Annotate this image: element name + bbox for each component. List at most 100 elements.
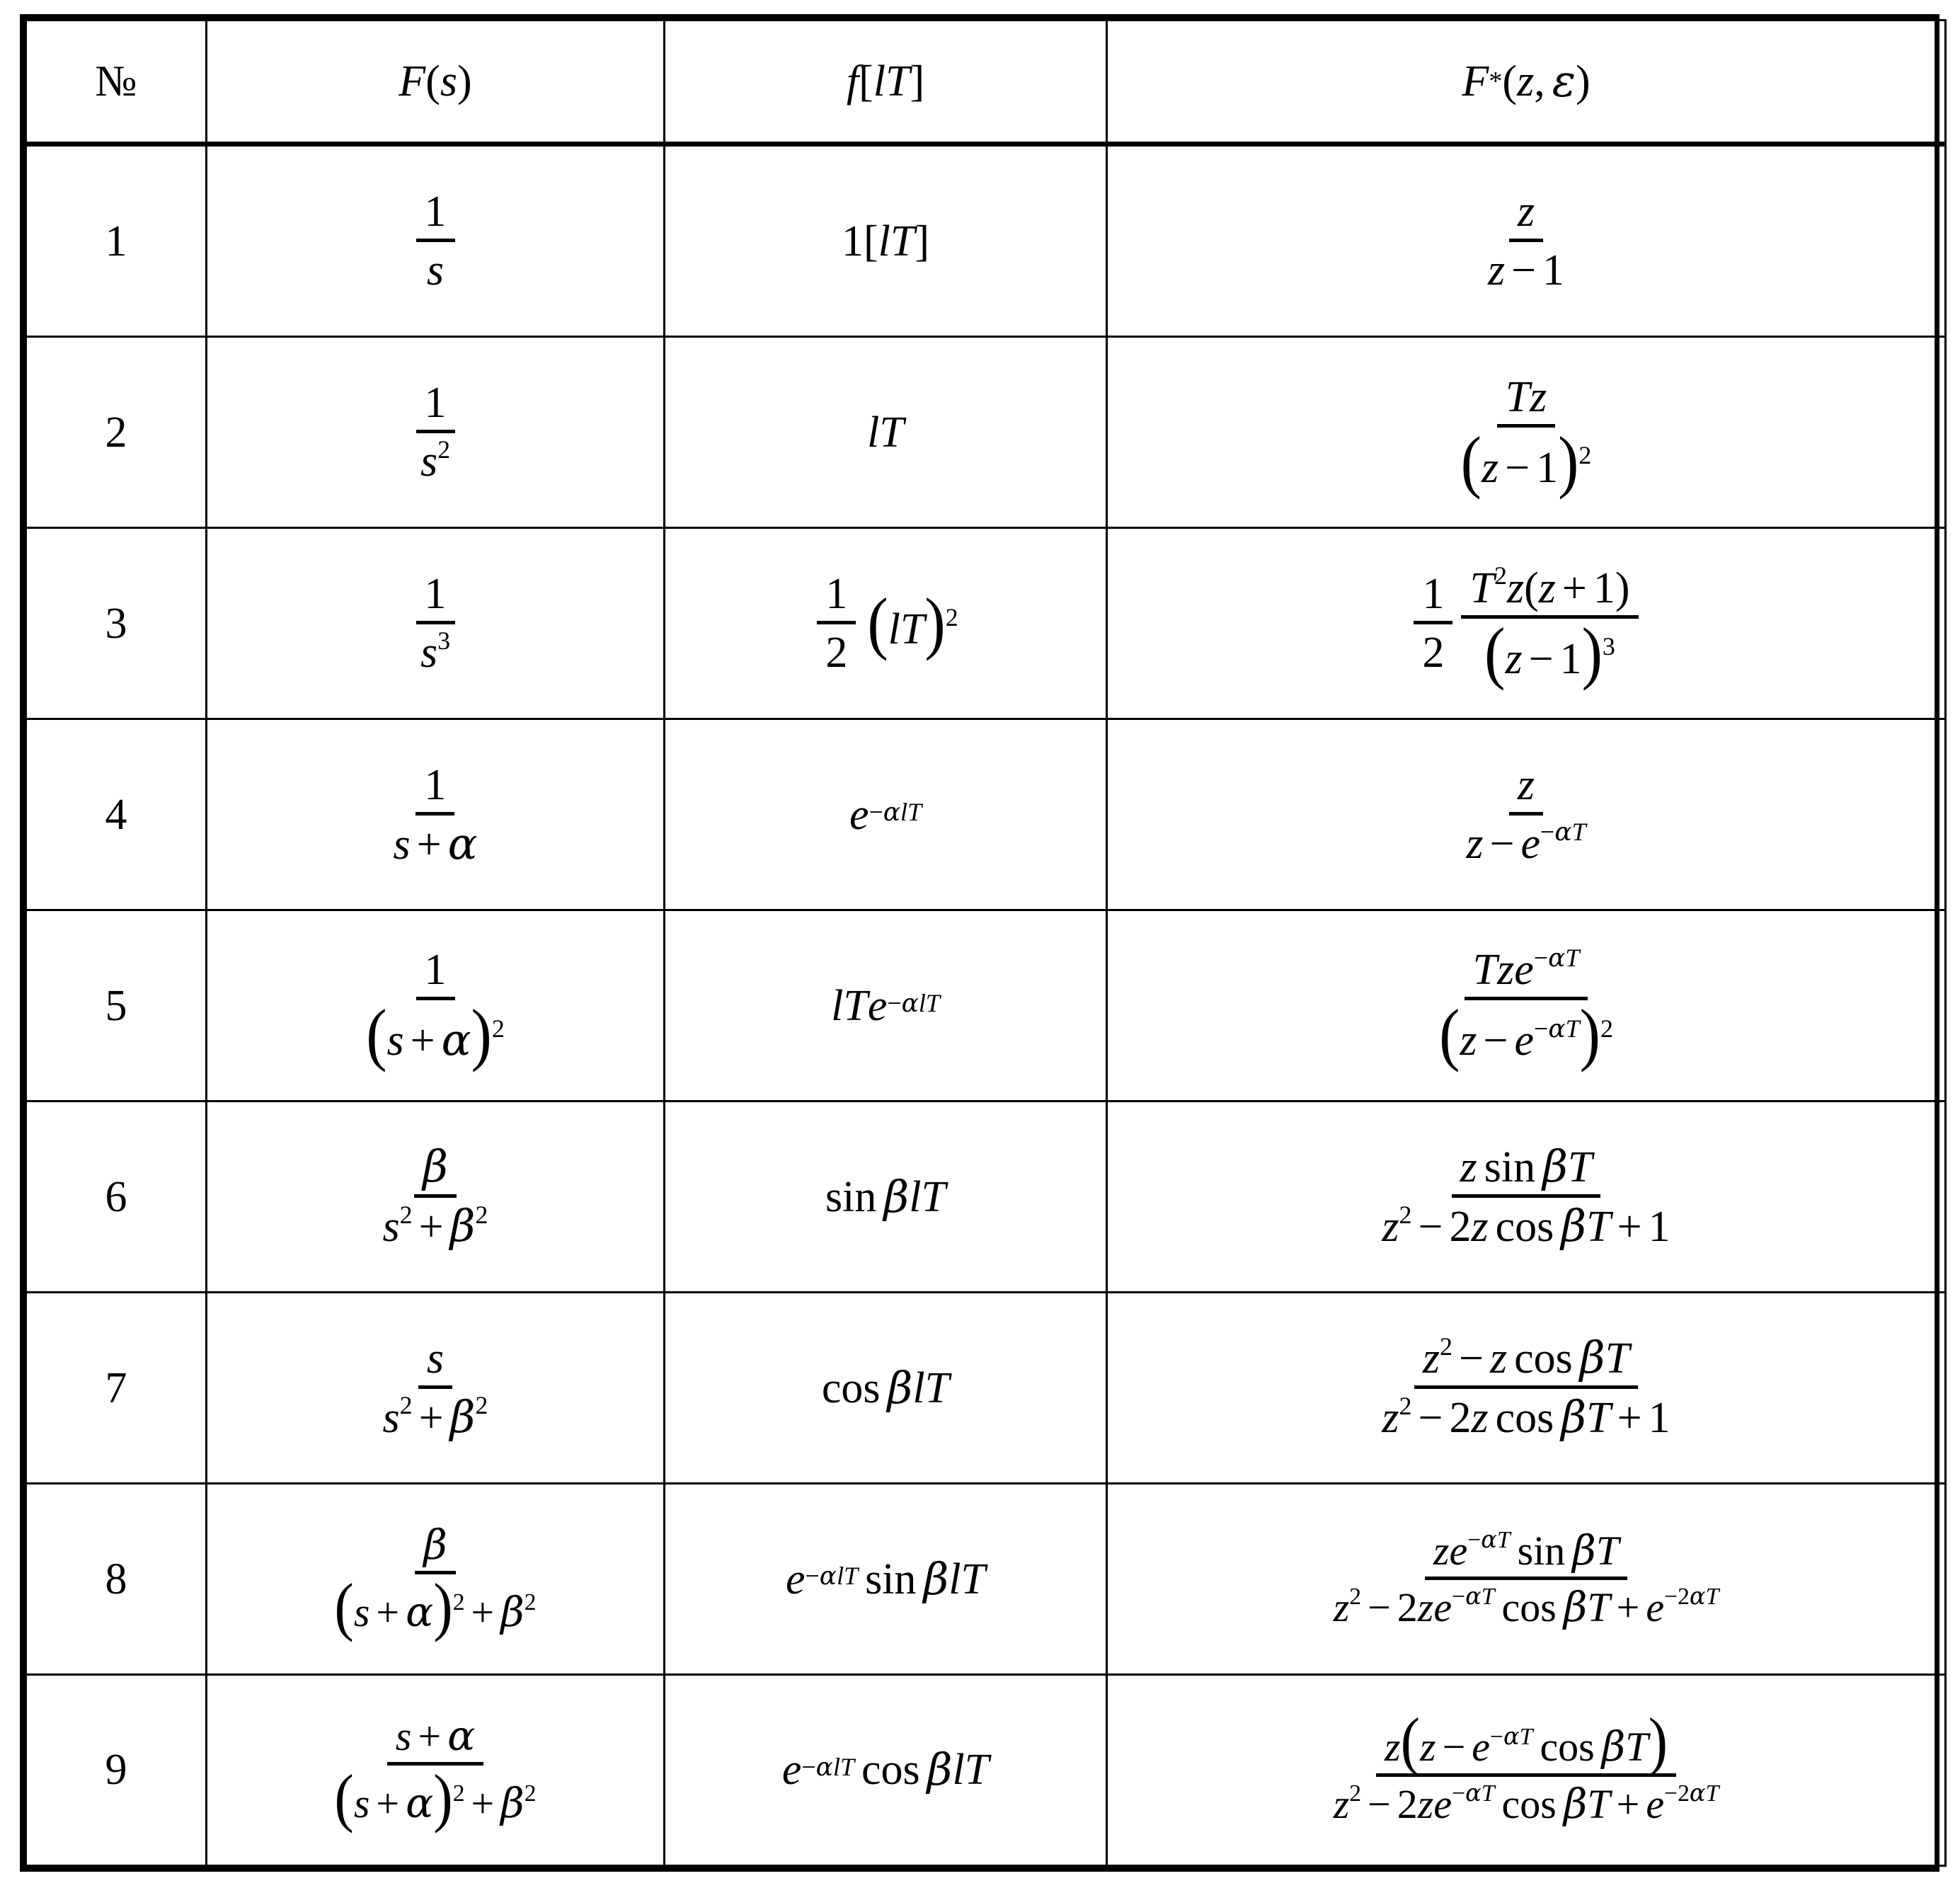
exponent-two: 2 [475, 1200, 488, 1229]
table-row: 2 1 s2 lT Tz (z − 1)2 [25, 336, 1947, 530]
cos-function: cos [821, 1363, 881, 1412]
plus-op: + [418, 1203, 444, 1252]
minus-op: − [1534, 1014, 1549, 1043]
rparen: ) [1581, 614, 1603, 692]
var-T: T [1567, 1143, 1593, 1192]
var-beta: β [1563, 1583, 1588, 1631]
table-row: 5 1 (s + α)2 l Te −αlT Tze−αT (z − e−αT)… [25, 909, 1947, 1103]
row-number-cell: 3 [25, 527, 207, 721]
var-z: z [1460, 1017, 1477, 1065]
transform-table-container: № F(s) f[l T] F * (z , ε) 1 1 s 1 [l … [20, 14, 1947, 1872]
minus-op: − [1459, 1334, 1484, 1383]
var-z: z [1384, 1724, 1401, 1770]
var-e: e [785, 1555, 806, 1603]
lparen: ( [1484, 614, 1506, 692]
ztransform-cell: z z −1 [1106, 142, 1947, 338]
var-z: z [1333, 1584, 1350, 1630]
discrete-cell: e −αlT cos β l T [663, 1673, 1108, 1867]
const-one: 1 [1648, 1203, 1670, 1252]
minus-op: − [887, 988, 902, 1017]
header-fz-rparen-glyph: ) [1576, 57, 1591, 105]
var-beta: β [883, 1170, 910, 1223]
rparen: ) [924, 585, 946, 662]
var-z: z [1481, 443, 1499, 492]
const-two: 2 [1678, 1584, 1690, 1610]
rparen: ) [433, 1761, 453, 1834]
var-T: T [1481, 1584, 1495, 1610]
var-z: z [1538, 563, 1556, 612]
ztransform-cell: 1 2 T2z(z +1) (z −1)3 [1106, 527, 1947, 721]
var-T: T [844, 1562, 859, 1591]
var-e: e [1646, 1780, 1665, 1827]
header-T-glyph: T [885, 57, 910, 105]
cos-function: cos [1495, 1394, 1554, 1443]
minus-op: − [1528, 634, 1554, 683]
const-one: 1 [424, 760, 447, 809]
cos-function: cos [1540, 1724, 1595, 1770]
var-T: T [879, 408, 904, 457]
var-alpha: α [815, 1753, 833, 1783]
rparen: ) [471, 996, 492, 1074]
exponent-three: 3 [437, 626, 451, 655]
var-alpha: α [406, 1779, 434, 1828]
var-z: z [1466, 820, 1484, 869]
column-header-number: № [25, 19, 207, 147]
exponent-two: 2 [437, 435, 451, 464]
var-e: e [1514, 946, 1534, 995]
row-number-cell: 2 [25, 336, 207, 530]
var-beta: β [887, 1361, 913, 1414]
var-s: s [386, 1017, 404, 1065]
rparen: ) [1579, 996, 1600, 1074]
lparen: ( [334, 1761, 354, 1834]
minus-op: − [1452, 1780, 1466, 1807]
minus-op: − [1467, 1527, 1482, 1554]
const-two: 2 [825, 629, 848, 677]
ztransform-cell: Tz (z −1)2 [1106, 336, 1947, 530]
var-beta: β [500, 1588, 525, 1637]
const-one: 1 [424, 946, 447, 995]
var-alpha: α [1548, 1014, 1566, 1044]
laplace-cell: 1 (s + α)2 [205, 909, 665, 1103]
plus-op: + [1617, 1203, 1642, 1252]
discrete-cell: 1[l T] [663, 142, 1108, 338]
var-l: l [878, 217, 890, 265]
row-number: 4 [105, 790, 127, 839]
var-T: T [1586, 1203, 1611, 1252]
var-beta: β [927, 1744, 953, 1796]
var-s: s [393, 820, 411, 869]
discrete-cell: l Te −αlT [663, 909, 1108, 1103]
cos-function: cos [1495, 1203, 1554, 1252]
var-l: l [952, 1746, 965, 1795]
laplace-cell: s + α (s + α)2 + β2 [205, 1673, 665, 1867]
var-z: z [1460, 1143, 1477, 1192]
var-z: z [1333, 1780, 1350, 1827]
row-number: 9 [105, 1746, 127, 1795]
var-z: z [1382, 1203, 1399, 1252]
row-number: 5 [105, 981, 127, 1030]
header-z-glyph: z [1517, 57, 1535, 105]
var-T: T [1565, 944, 1580, 973]
var-l: l [888, 605, 900, 654]
var-z: z [1417, 1780, 1434, 1827]
var-s: s [382, 1393, 400, 1442]
lparen: ( [867, 585, 888, 662]
header-rparen-glyph: ) [457, 57, 472, 105]
var-T: T [964, 1746, 990, 1795]
row-number: 2 [105, 408, 127, 457]
ztransform-cell: ze−αT sin βT z2−2ze−αT cos βT + e−2αT [1106, 1482, 1947, 1676]
minus-op: − [805, 1562, 820, 1591]
row-number-cell: 6 [25, 1100, 207, 1294]
header-comma-glyph: , [1534, 57, 1545, 105]
discrete-cell: e −αlT sin β l T [663, 1482, 1108, 1676]
exponent-two: 2 [1494, 561, 1507, 590]
var-l: l [832, 1753, 840, 1782]
var-z: z [1530, 372, 1547, 421]
plus-op: + [376, 1780, 400, 1827]
lparen: ( [366, 996, 387, 1074]
ztransform-cell: z sin βT z2−2z cos βT +1 [1106, 1100, 1947, 1294]
var-T: T [1705, 1584, 1719, 1610]
var-e: e [1514, 1017, 1535, 1065]
var-alpha: α [406, 1588, 434, 1637]
var-s: s [395, 1713, 412, 1760]
var-alpha: α [1481, 1526, 1497, 1554]
